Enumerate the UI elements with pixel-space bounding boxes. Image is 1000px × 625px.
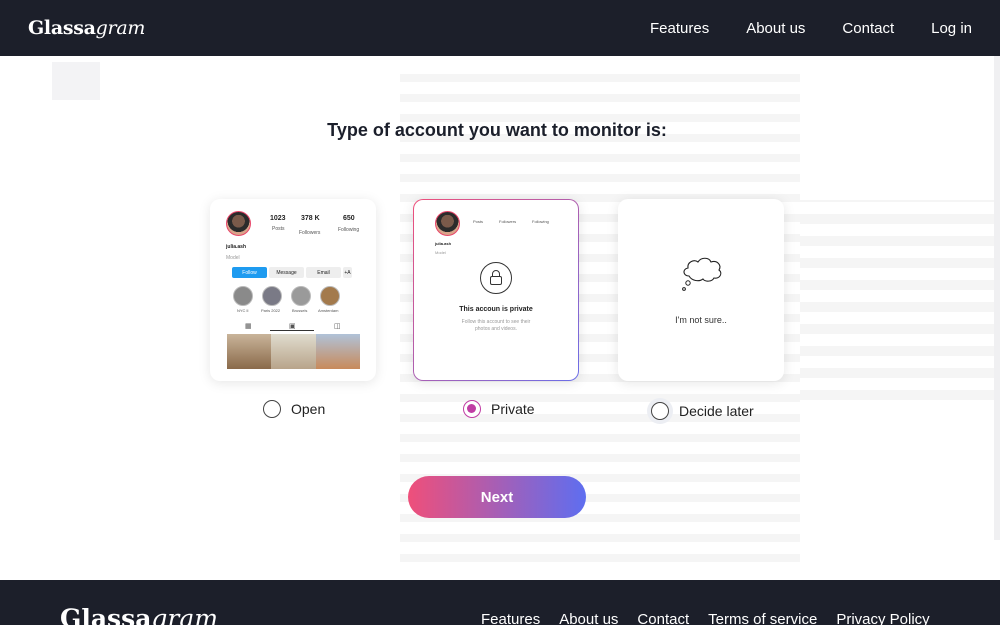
story-highlight bbox=[262, 286, 282, 306]
stat-label: Posts bbox=[473, 219, 484, 224]
option-decide-later[interactable]: Decide later bbox=[647, 398, 754, 424]
nav-about-us[interactable]: About us bbox=[746, 20, 805, 37]
private-subtitle: Follow this account to see their bbox=[461, 319, 531, 325]
stat-label: Followers bbox=[499, 219, 517, 224]
option-open[interactable]: Open bbox=[263, 400, 325, 418]
nav-features[interactable]: Features bbox=[650, 20, 709, 37]
top-navbar: Glassagram Features About us Contact Log… bbox=[0, 0, 1000, 56]
radio-decide-later[interactable] bbox=[651, 402, 669, 420]
footer-link-privacy[interactable]: Privacy Policy bbox=[836, 611, 929, 625]
story-highlight bbox=[291, 286, 311, 306]
stat-value: 378 K bbox=[301, 215, 320, 222]
stat-label: Following bbox=[532, 219, 549, 224]
private-subtitle: photos and videos. bbox=[475, 326, 517, 332]
radio-hover-halo bbox=[647, 398, 673, 424]
story-label: NYC ll bbox=[237, 308, 249, 313]
open-account-card[interactable]: 1023 Posts 378 K Followers 650 Following… bbox=[210, 199, 376, 381]
active-tab-indicator bbox=[270, 330, 314, 331]
post-thumbnail bbox=[316, 334, 360, 369]
message-button: Message bbox=[269, 267, 304, 278]
not-sure-label: I'm not sure.. bbox=[675, 315, 727, 325]
nav-log-in[interactable]: Log in bbox=[931, 20, 972, 37]
footer: Glassagram Features About us Contact Ter… bbox=[0, 580, 1000, 625]
option-decide-later-label: Decide later bbox=[679, 403, 754, 419]
stat-value: 1023 bbox=[270, 215, 286, 222]
stat-label: Followers bbox=[299, 230, 321, 236]
footer-link-contact[interactable]: Contact bbox=[637, 611, 689, 625]
story-highlight bbox=[320, 286, 340, 306]
footer-link-about-us[interactable]: About us bbox=[559, 611, 618, 625]
tagged-icon: ◫ bbox=[334, 323, 341, 330]
follow-button: Follow bbox=[232, 267, 267, 278]
option-private-label: Private bbox=[491, 401, 535, 417]
logo[interactable]: Glassagram bbox=[28, 17, 145, 39]
footer-link-terms[interactable]: Terms of service bbox=[708, 611, 817, 625]
username: julia.ash bbox=[435, 241, 452, 246]
page-scrollbar-track[interactable] bbox=[994, 56, 1000, 540]
add-contact-button: +A bbox=[343, 267, 352, 278]
option-private[interactable]: Private bbox=[463, 400, 535, 418]
profile-avatar bbox=[226, 211, 251, 236]
footer-logo[interactable]: Glassagram bbox=[60, 604, 218, 625]
stat-value: 650 bbox=[343, 215, 355, 222]
story-label: Amsterdam bbox=[318, 308, 339, 313]
grid-icon: ▦ bbox=[245, 323, 252, 330]
user-role: Model bbox=[435, 250, 446, 255]
radio-open[interactable] bbox=[263, 400, 281, 418]
not-sure-card[interactable]: I'm not sure.. bbox=[618, 199, 784, 381]
main-nav: Features About us Contact Log in bbox=[650, 20, 972, 37]
story-label: Brussels bbox=[292, 308, 308, 313]
private-title: This accoun is private bbox=[459, 306, 533, 313]
radio-private[interactable] bbox=[463, 400, 481, 418]
footer-nav: Features About us Contact Terms of servi… bbox=[481, 611, 930, 625]
profile-avatar bbox=[435, 211, 460, 236]
background-decoration bbox=[52, 62, 100, 100]
next-button[interactable]: Next bbox=[408, 476, 586, 518]
post-thumbnail bbox=[271, 334, 316, 369]
stat-label: Posts bbox=[272, 226, 285, 232]
story-highlight bbox=[233, 286, 253, 306]
private-account-card[interactable]: Posts Followers Following julia.ash Mode… bbox=[413, 199, 579, 381]
lock-icon bbox=[480, 262, 512, 294]
username: julia.ash bbox=[226, 244, 247, 250]
email-button: Email bbox=[306, 267, 341, 278]
question-heading: Type of account you want to monitor is: bbox=[327, 120, 667, 140]
reels-icon: ▣ bbox=[289, 323, 296, 330]
option-open-label: Open bbox=[291, 401, 326, 417]
user-role: Model bbox=[226, 255, 240, 261]
stat-label: Following bbox=[338, 227, 360, 233]
background-decoration bbox=[800, 200, 1000, 400]
thought-cloud-icon bbox=[682, 257, 722, 291]
post-thumbnail bbox=[227, 334, 271, 369]
footer-link-features[interactable]: Features bbox=[481, 611, 540, 625]
story-label: Paris 2022 bbox=[261, 308, 281, 313]
nav-contact[interactable]: Contact bbox=[842, 20, 894, 37]
